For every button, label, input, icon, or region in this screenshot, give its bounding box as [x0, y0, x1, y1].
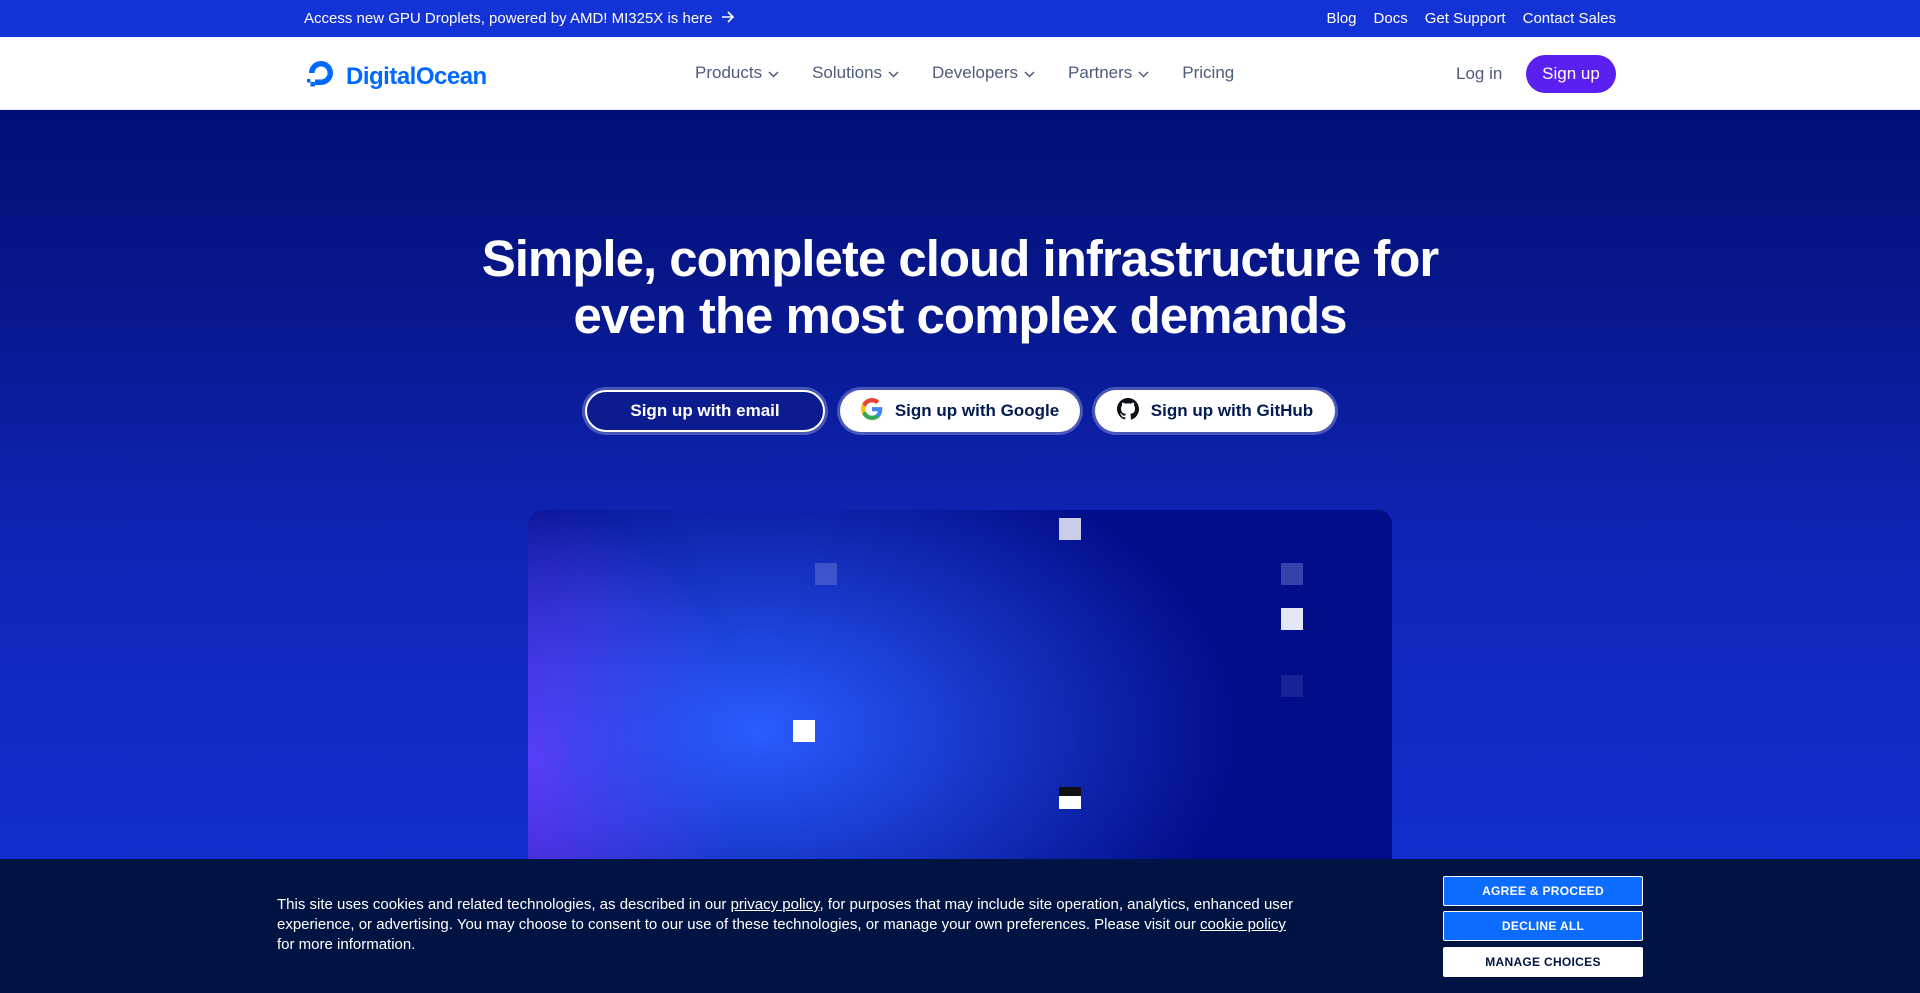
- chevron-down-icon: [888, 63, 899, 83]
- primary-menu: Products Solutions Developers Partners P…: [695, 63, 1234, 83]
- chevron-down-icon: [1138, 63, 1149, 83]
- button-label: Sign up with Google: [894, 401, 1060, 420]
- button-label: Sign up with email: [630, 401, 780, 420]
- menu-label: Products: [695, 63, 763, 82]
- digitalocean-logo-icon: [304, 56, 338, 97]
- announcement-link[interactable]: Access new GPU Droplets, powered by AMD!…: [304, 10, 735, 27]
- cookie-text: for more information.: [277, 936, 416, 953]
- hero-title-line-2: even the most complex demands: [573, 287, 1347, 344]
- privacy-policy-link[interactable]: privacy policy: [731, 896, 820, 913]
- decorative-pixel: [1059, 787, 1081, 809]
- utility-links: Blog Docs Get Support Contact Sales: [1327, 10, 1617, 27]
- hero-title-line-1: Simple, complete cloud infrastructure fo…: [481, 230, 1440, 287]
- cookie-policy-link[interactable]: cookie policy: [1200, 916, 1286, 933]
- cookie-message: This site uses cookies and related techn…: [277, 895, 1307, 955]
- google-icon: [860, 397, 883, 425]
- chevron-down-icon: [768, 63, 779, 83]
- decorative-pixel: [815, 563, 837, 585]
- docs-link[interactable]: Docs: [1374, 10, 1408, 27]
- arrow-right-icon: [721, 10, 735, 27]
- decorative-pixel: [1059, 518, 1081, 540]
- menu-label: Partners: [1068, 63, 1133, 82]
- decorative-pixel: [1281, 675, 1303, 697]
- login-link[interactable]: Log in: [1456, 64, 1502, 84]
- decorative-pixel: [793, 720, 815, 742]
- chevron-down-icon: [1024, 63, 1035, 83]
- announcement-text: Access new GPU Droplets, powered by AMD!…: [304, 10, 713, 27]
- decorative-pixel: [1281, 563, 1303, 585]
- signup-button[interactable]: Sign up: [1526, 55, 1616, 93]
- button-label: Sign up with GitHub: [1150, 401, 1314, 420]
- menu-products[interactable]: Products: [695, 63, 779, 83]
- manage-choices-button[interactable]: MANAGE CHOICES: [1443, 947, 1643, 977]
- cookie-banner: This site uses cookies and related techn…: [0, 859, 1920, 993]
- signup-google-button[interactable]: Sign up with Google: [840, 390, 1080, 432]
- brand-name: DigitalOcean: [346, 62, 487, 90]
- menu-solutions[interactable]: Solutions: [812, 63, 899, 83]
- blog-link[interactable]: Blog: [1327, 10, 1357, 27]
- menu-partners[interactable]: Partners: [1068, 63, 1149, 83]
- decorative-pixel: [1281, 608, 1303, 630]
- signup-email-button[interactable]: Sign up with email: [585, 390, 825, 432]
- main-nav: DigitalOcean Products Solutions Develope…: [0, 37, 1920, 110]
- menu-developers[interactable]: Developers: [932, 63, 1035, 83]
- contact-sales-link[interactable]: Contact Sales: [1523, 10, 1616, 27]
- cookie-text: This site uses cookies and related techn…: [277, 896, 731, 913]
- menu-pricing[interactable]: Pricing: [1182, 63, 1234, 83]
- signup-options: Sign up with email Sign up with Google S…: [585, 390, 1335, 432]
- menu-label: Pricing: [1182, 63, 1235, 82]
- signup-github-button[interactable]: Sign up with GitHub: [1095, 390, 1335, 432]
- menu-label: Developers: [932, 63, 1019, 82]
- announcement-bar: Access new GPU Droplets, powered by AMD!…: [0, 0, 1920, 37]
- menu-label: Solutions: [812, 63, 883, 82]
- github-icon: [1116, 397, 1139, 425]
- decline-all-button[interactable]: DECLINE ALL: [1443, 911, 1643, 941]
- support-link[interactable]: Get Support: [1425, 10, 1506, 27]
- agree-proceed-button[interactable]: AGREE & PROCEED: [1443, 876, 1643, 906]
- hero-title: Simple, complete cloud infrastructure fo…: [0, 230, 1920, 344]
- brand-logo[interactable]: DigitalOcean: [304, 56, 487, 97]
